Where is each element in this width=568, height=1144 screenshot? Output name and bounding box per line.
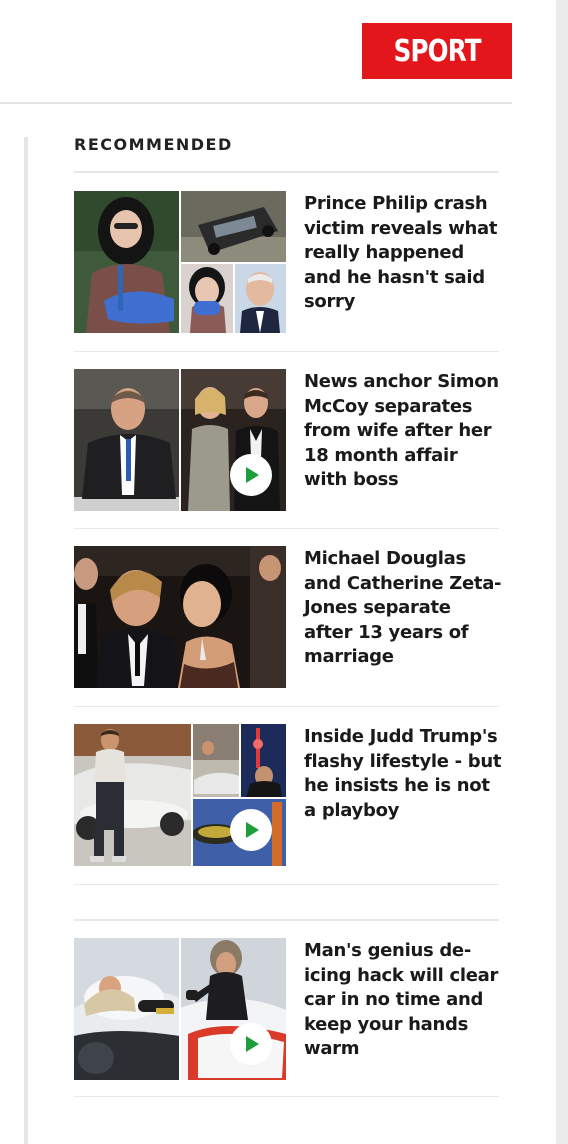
- article-thumbnail[interactable]: [74, 938, 286, 1080]
- row-divider: [74, 919, 499, 921]
- article-thumbnail[interactable]: [74, 369, 286, 511]
- article-headline[interactable]: Michael Douglas and Catherine Zeta-Jones…: [304, 547, 504, 670]
- section-title-divider: [74, 171, 499, 173]
- section-title: RECOMMENDED: [74, 135, 233, 154]
- article-headline[interactable]: Prince Philip crash victim reveals what …: [304, 192, 504, 315]
- article-card[interactable]: Michael Douglas and Catherine Zeta-Jones…: [74, 546, 502, 688]
- row-divider: [74, 706, 499, 707]
- article-thumbnail-image: [74, 546, 286, 688]
- header-divider: [0, 102, 512, 104]
- article-headline[interactable]: Inside Judd Trump's flashy lifestyle - b…: [304, 725, 504, 823]
- article-card[interactable]: Prince Philip crash victim reveals what …: [74, 191, 499, 333]
- article-headline[interactable]: Man's genius de-icing hack will clear ca…: [304, 939, 504, 1062]
- article-thumbnail-image: [74, 191, 286, 333]
- play-video-button[interactable]: [230, 809, 272, 851]
- row-divider: [74, 884, 499, 885]
- article-thumbnail[interactable]: [74, 724, 286, 866]
- article-card[interactable]: Man's genius de-icing hack will clear ca…: [74, 938, 499, 1080]
- play-video-button[interactable]: [230, 1023, 272, 1065]
- article-card[interactable]: News anchor Simon McCoy separates from w…: [74, 369, 499, 511]
- article-thumbnail[interactable]: [74, 546, 286, 688]
- play-icon: [246, 467, 259, 483]
- sport-section-label: SPORT: [393, 33, 481, 69]
- row-divider: [74, 351, 499, 352]
- play-icon: [246, 1036, 259, 1052]
- row-divider: [74, 1096, 499, 1097]
- article-headline[interactable]: News anchor Simon McCoy separates from w…: [304, 370, 504, 493]
- sidebar-rule: [24, 137, 28, 1144]
- row-divider: [74, 528, 499, 529]
- play-video-button[interactable]: [230, 454, 272, 496]
- article-thumbnail[interactable]: [74, 191, 286, 333]
- play-icon: [246, 822, 259, 838]
- sport-section-button[interactable]: SPORT: [362, 23, 512, 79]
- scrollbar-track[interactable]: [556, 0, 568, 1144]
- article-card[interactable]: Inside Judd Trump's flashy lifestyle - b…: [74, 724, 502, 866]
